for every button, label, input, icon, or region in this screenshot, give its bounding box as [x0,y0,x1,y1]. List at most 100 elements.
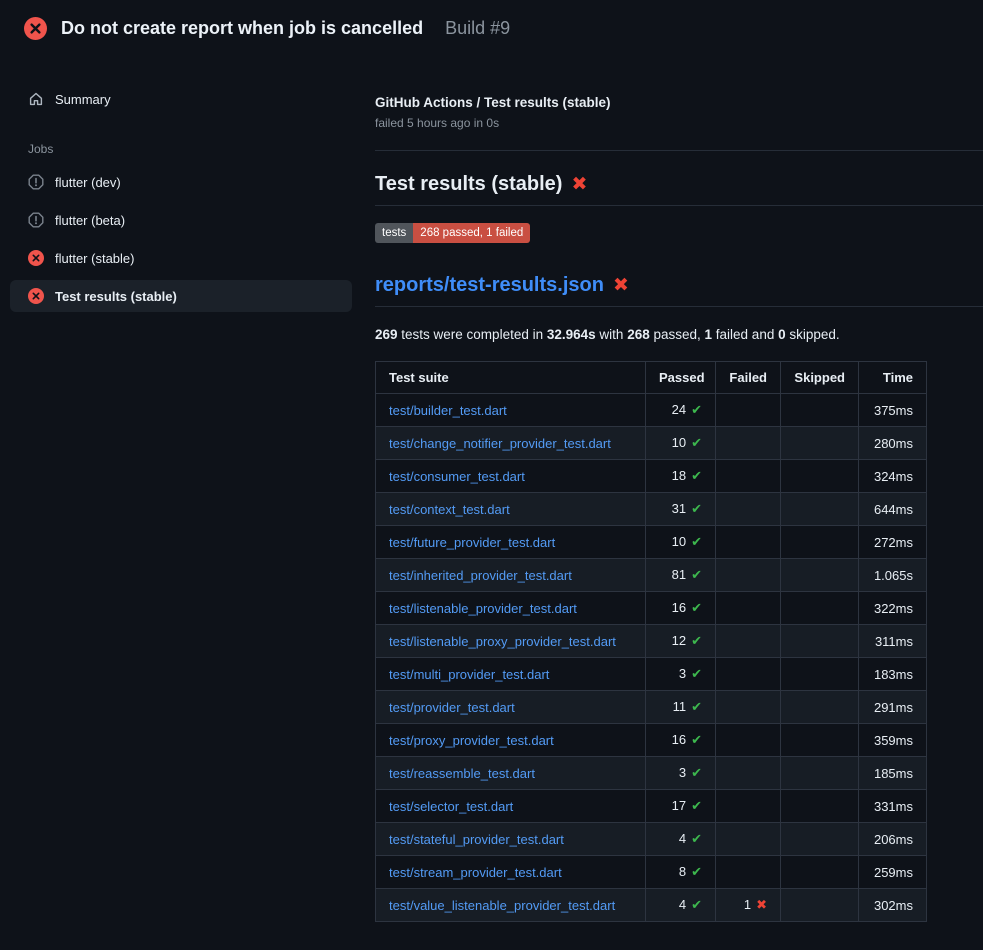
sidebar-job-item[interactable]: flutter (beta) [10,204,352,236]
check-icon: ✔ [691,567,702,582]
col-skipped: Skipped [781,362,859,394]
check-icon: ✔ [691,435,702,450]
suite-link[interactable]: test/stream_provider_test.dart [389,865,562,880]
suite-link[interactable]: test/stateful_provider_test.dart [389,832,564,847]
failed-cell [716,691,781,724]
skipped-cell [781,493,859,526]
tests-badge: tests 268 passed, 1 failed [375,223,530,243]
passed-cell: 31✔ [646,493,716,526]
time-cell: 311ms [859,625,927,658]
jobs-heading: Jobs [28,142,352,156]
cancelled-stop-icon [28,174,44,190]
passed-cell: 16✔ [646,592,716,625]
sidebar-job-item[interactable]: flutter (stable) [10,242,352,274]
time-cell: 322ms [859,592,927,625]
check-icon: ✔ [691,633,702,648]
sidebar-job-label: flutter (dev) [55,175,121,190]
x-circle-fill-icon [28,250,44,266]
suite-link[interactable]: test/provider_test.dart [389,700,515,715]
x-circle-fill-icon [24,17,47,40]
skipped-cell [781,658,859,691]
suite-cell: test/provider_test.dart [376,691,646,724]
divider [375,150,983,151]
passed-cell: 11✔ [646,691,716,724]
time-cell: 280ms [859,427,927,460]
failed-cell [716,790,781,823]
table-row: test/value_listenable_provider_test.dart… [376,889,927,922]
passed-cell: 24✔ [646,394,716,427]
suite-link[interactable]: test/proxy_provider_test.dart [389,733,554,748]
breadcrumb: GitHub Actions / Test results (stable) [375,95,983,110]
failed-cell [716,658,781,691]
suite-cell: test/listenable_proxy_provider_test.dart [376,625,646,658]
x-icon: ✖ [756,897,767,912]
skipped-cell [781,427,859,460]
sidebar-job-item[interactable]: flutter (dev) [10,166,352,198]
table-header-row: Test suite Passed Failed Skipped Time [376,362,927,394]
time-cell: 324ms [859,460,927,493]
passed-cell: 18✔ [646,460,716,493]
suite-cell: test/future_provider_test.dart [376,526,646,559]
suite-link[interactable]: test/future_provider_test.dart [389,535,555,550]
suite-link[interactable]: test/inherited_provider_test.dart [389,568,572,583]
failed-cell [716,823,781,856]
suite-cell: test/change_notifier_provider_test.dart [376,427,646,460]
suite-link[interactable]: test/listenable_provider_test.dart [389,601,577,616]
time-cell: 359ms [859,724,927,757]
suite-cell: test/stateful_provider_test.dart [376,823,646,856]
time-cell: 302ms [859,889,927,922]
check-icon: ✔ [691,798,702,813]
col-failed: Failed [716,362,781,394]
home-icon [28,91,44,107]
skipped-cell [781,394,859,427]
time-cell: 1.065s [859,559,927,592]
time-cell: 375ms [859,394,927,427]
suite-link[interactable]: test/selector_test.dart [389,799,513,814]
report-link[interactable]: reports/test-results.json [375,274,604,296]
failed-x-icon: ✖ [613,275,629,296]
time-cell: 644ms [859,493,927,526]
suite-link[interactable]: test/builder_test.dart [389,403,507,418]
sidebar-item-summary[interactable]: Summary [10,83,352,115]
suite-cell: test/proxy_provider_test.dart [376,724,646,757]
table-row: test/proxy_provider_test.dart 16✔ 359ms [376,724,927,757]
table-row: test/listenable_proxy_provider_test.dart… [376,625,927,658]
table-row: test/multi_provider_test.dart 3✔ 183ms [376,658,927,691]
check-icon: ✔ [691,897,702,912]
suite-link[interactable]: test/listenable_proxy_provider_test.dart [389,634,616,649]
failed-cell [716,724,781,757]
suite-link[interactable]: test/reassemble_test.dart [389,766,535,781]
skipped-cell [781,823,859,856]
check-icon: ✔ [691,732,702,747]
passed-cell: 4✔ [646,889,716,922]
passed-cell: 3✔ [646,658,716,691]
skipped-cell [781,691,859,724]
suite-link[interactable]: test/multi_provider_test.dart [389,667,549,682]
suite-cell: test/listenable_provider_test.dart [376,592,646,625]
suite-link[interactable]: test/change_notifier_provider_test.dart [389,436,611,451]
table-body: test/builder_test.dart 24✔ 375ms test/ch… [376,394,927,922]
failed-cell [716,757,781,790]
passed-cell: 10✔ [646,427,716,460]
suite-link[interactable]: test/value_listenable_provider_test.dart [389,898,615,913]
table-row: test/stream_provider_test.dart 8✔ 259ms [376,856,927,889]
suite-cell: test/selector_test.dart [376,790,646,823]
failed-x-icon: ✖ [571,174,587,195]
table-row: test/inherited_provider_test.dart 81✔ 1.… [376,559,927,592]
col-passed: Passed [646,362,716,394]
suite-link[interactable]: test/consumer_test.dart [389,469,525,484]
table-row: test/builder_test.dart 24✔ 375ms [376,394,927,427]
suite-cell: test/inherited_provider_test.dart [376,559,646,592]
passed-cell: 12✔ [646,625,716,658]
failed-cell [716,427,781,460]
table-row: test/consumer_test.dart 18✔ 324ms [376,460,927,493]
tests-badge-value: 268 passed, 1 failed [413,223,530,243]
suite-link[interactable]: test/context_test.dart [389,502,510,517]
section-title: Test results (stable)✖ [375,173,983,206]
sidebar-job-item[interactable]: Test results (stable) [10,280,352,312]
time-cell: 331ms [859,790,927,823]
report-title: reports/test-results.json ✖ [375,274,983,307]
suite-cell: test/multi_provider_test.dart [376,658,646,691]
passed-cell: 4✔ [646,823,716,856]
failed-cell [716,394,781,427]
